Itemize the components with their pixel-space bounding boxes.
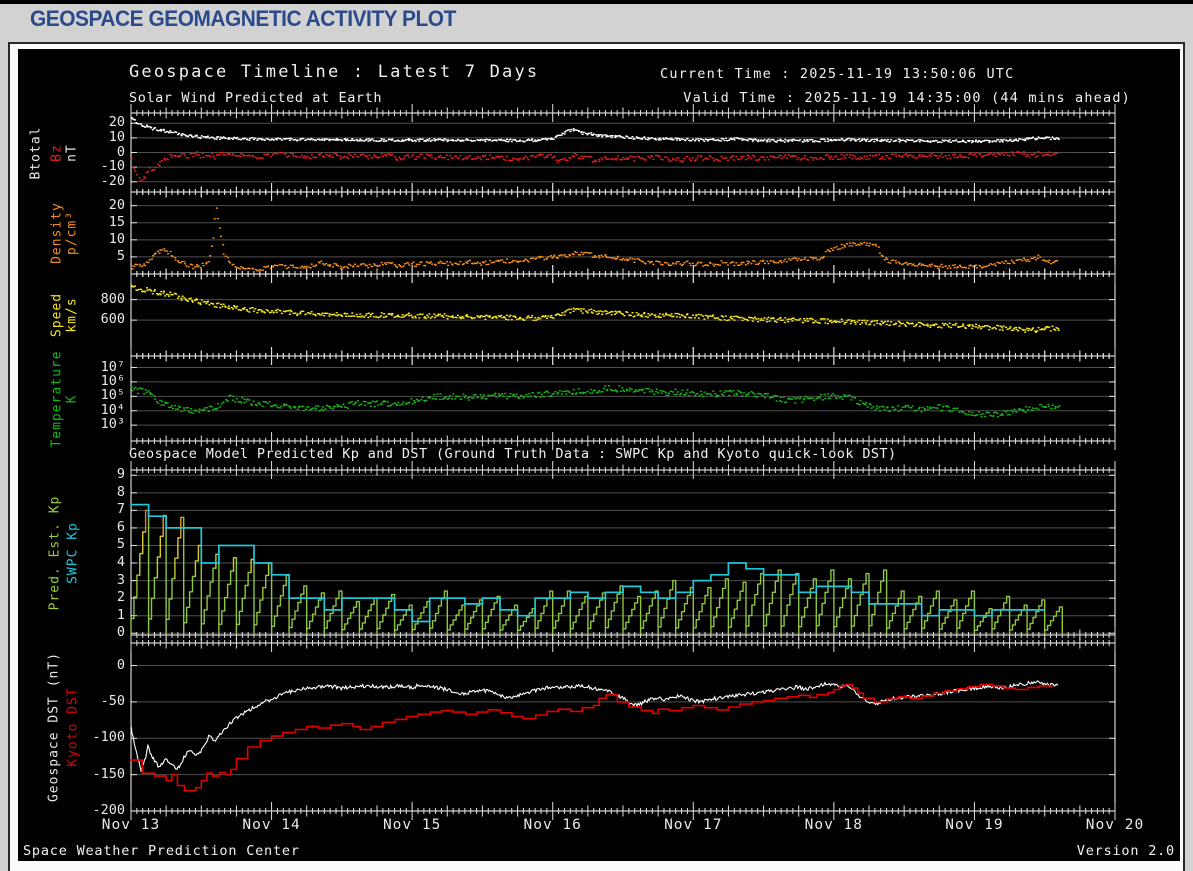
y-tick-label: 10 <box>108 128 125 145</box>
y-tick-label: 1 <box>116 606 125 623</box>
current-time-label: Current Time : 2025-11-19 13:50:06 UTC <box>660 66 1015 82</box>
valid-time-label: Valid Time : 2025-11-19 14:35:00 (44 min… <box>683 90 1131 106</box>
panel-ylabel-density: Density <box>49 202 65 264</box>
y-tick-label: -20 <box>100 172 125 189</box>
series-imf-dots <box>130 116 1060 144</box>
series-imf-dots <box>130 150 1059 182</box>
date-label: Nov 17 <box>664 817 723 833</box>
series-pred-est-kp <box>142 531 202 562</box>
date-label: Nov 15 <box>382 817 442 833</box>
y-tick-label: 9 <box>116 466 125 483</box>
y-tick-label: 2 <box>116 589 125 606</box>
date-label: Nov 19 <box>945 817 1004 833</box>
y-tick-label: -150 <box>92 765 125 782</box>
date-label: Nov 14 <box>242 817 301 833</box>
timeline-chart-svg <box>130 104 1116 820</box>
y-tick-label: -200 <box>92 802 125 818</box>
y-tick-label: 20 <box>108 114 125 131</box>
panel-ylabel-imf: Bz <box>49 143 65 162</box>
date-label: Nov 13 <box>101 817 161 833</box>
y-tick-label: 8 <box>116 483 125 500</box>
solar-wind-subtitle: Solar Wind Predicted at Earth <box>129 90 383 106</box>
panel-ylabel-temp: K <box>64 394 80 403</box>
date-label: Nov 16 <box>523 817 582 833</box>
plot-title: Geospace Timeline : Latest 7 Days <box>129 62 540 82</box>
date-label: Nov 20 <box>1085 817 1145 833</box>
version-label: Version 2.0 <box>1076 843 1175 859</box>
series-speed-dots <box>130 284 1060 334</box>
panel-ylabel-speed: Speed <box>49 292 65 338</box>
series-pred-est-kp <box>130 509 1063 634</box>
swpc-credit: Space Weather Prediction Center <box>23 843 300 859</box>
series-pred-est-kp <box>139 552 273 580</box>
panel-ylabel-imf: Btotal <box>28 126 44 179</box>
panel-ylabel-kp: Pred. Est. Kp <box>47 495 63 610</box>
y-tick-label: 0 <box>116 656 125 673</box>
date-label: Nov 18 <box>804 817 864 833</box>
panel-ylabel-imf: nT <box>64 143 80 162</box>
panel-ylabel-density: p/cm³ <box>64 210 80 256</box>
panel-ylabel-kp: SWPC Kp <box>65 521 81 584</box>
y-tick-label: 10³ <box>100 416 125 433</box>
panel-ylabel-speed: km/s <box>64 297 80 333</box>
y-tick-label: 7 <box>116 501 125 518</box>
geospace-activity-page: GEOSPACE GEOMAGNETIC ACTIVITY PLOT Geosp… <box>0 0 1193 871</box>
kp-dst-section-title: Geospace Model Predicted Kp and DST (Gro… <box>129 446 897 462</box>
series-temp-dots <box>130 384 1061 418</box>
series-geospace-dst <box>130 680 1059 772</box>
panel-ylabel-temp: Temperature <box>49 349 65 448</box>
panel-ylabel-dst: Geospace DST (nT) <box>46 651 62 803</box>
y-tick-label: 0 <box>116 624 125 641</box>
panel-ylabel-dst: Kyoto DST <box>65 687 81 767</box>
